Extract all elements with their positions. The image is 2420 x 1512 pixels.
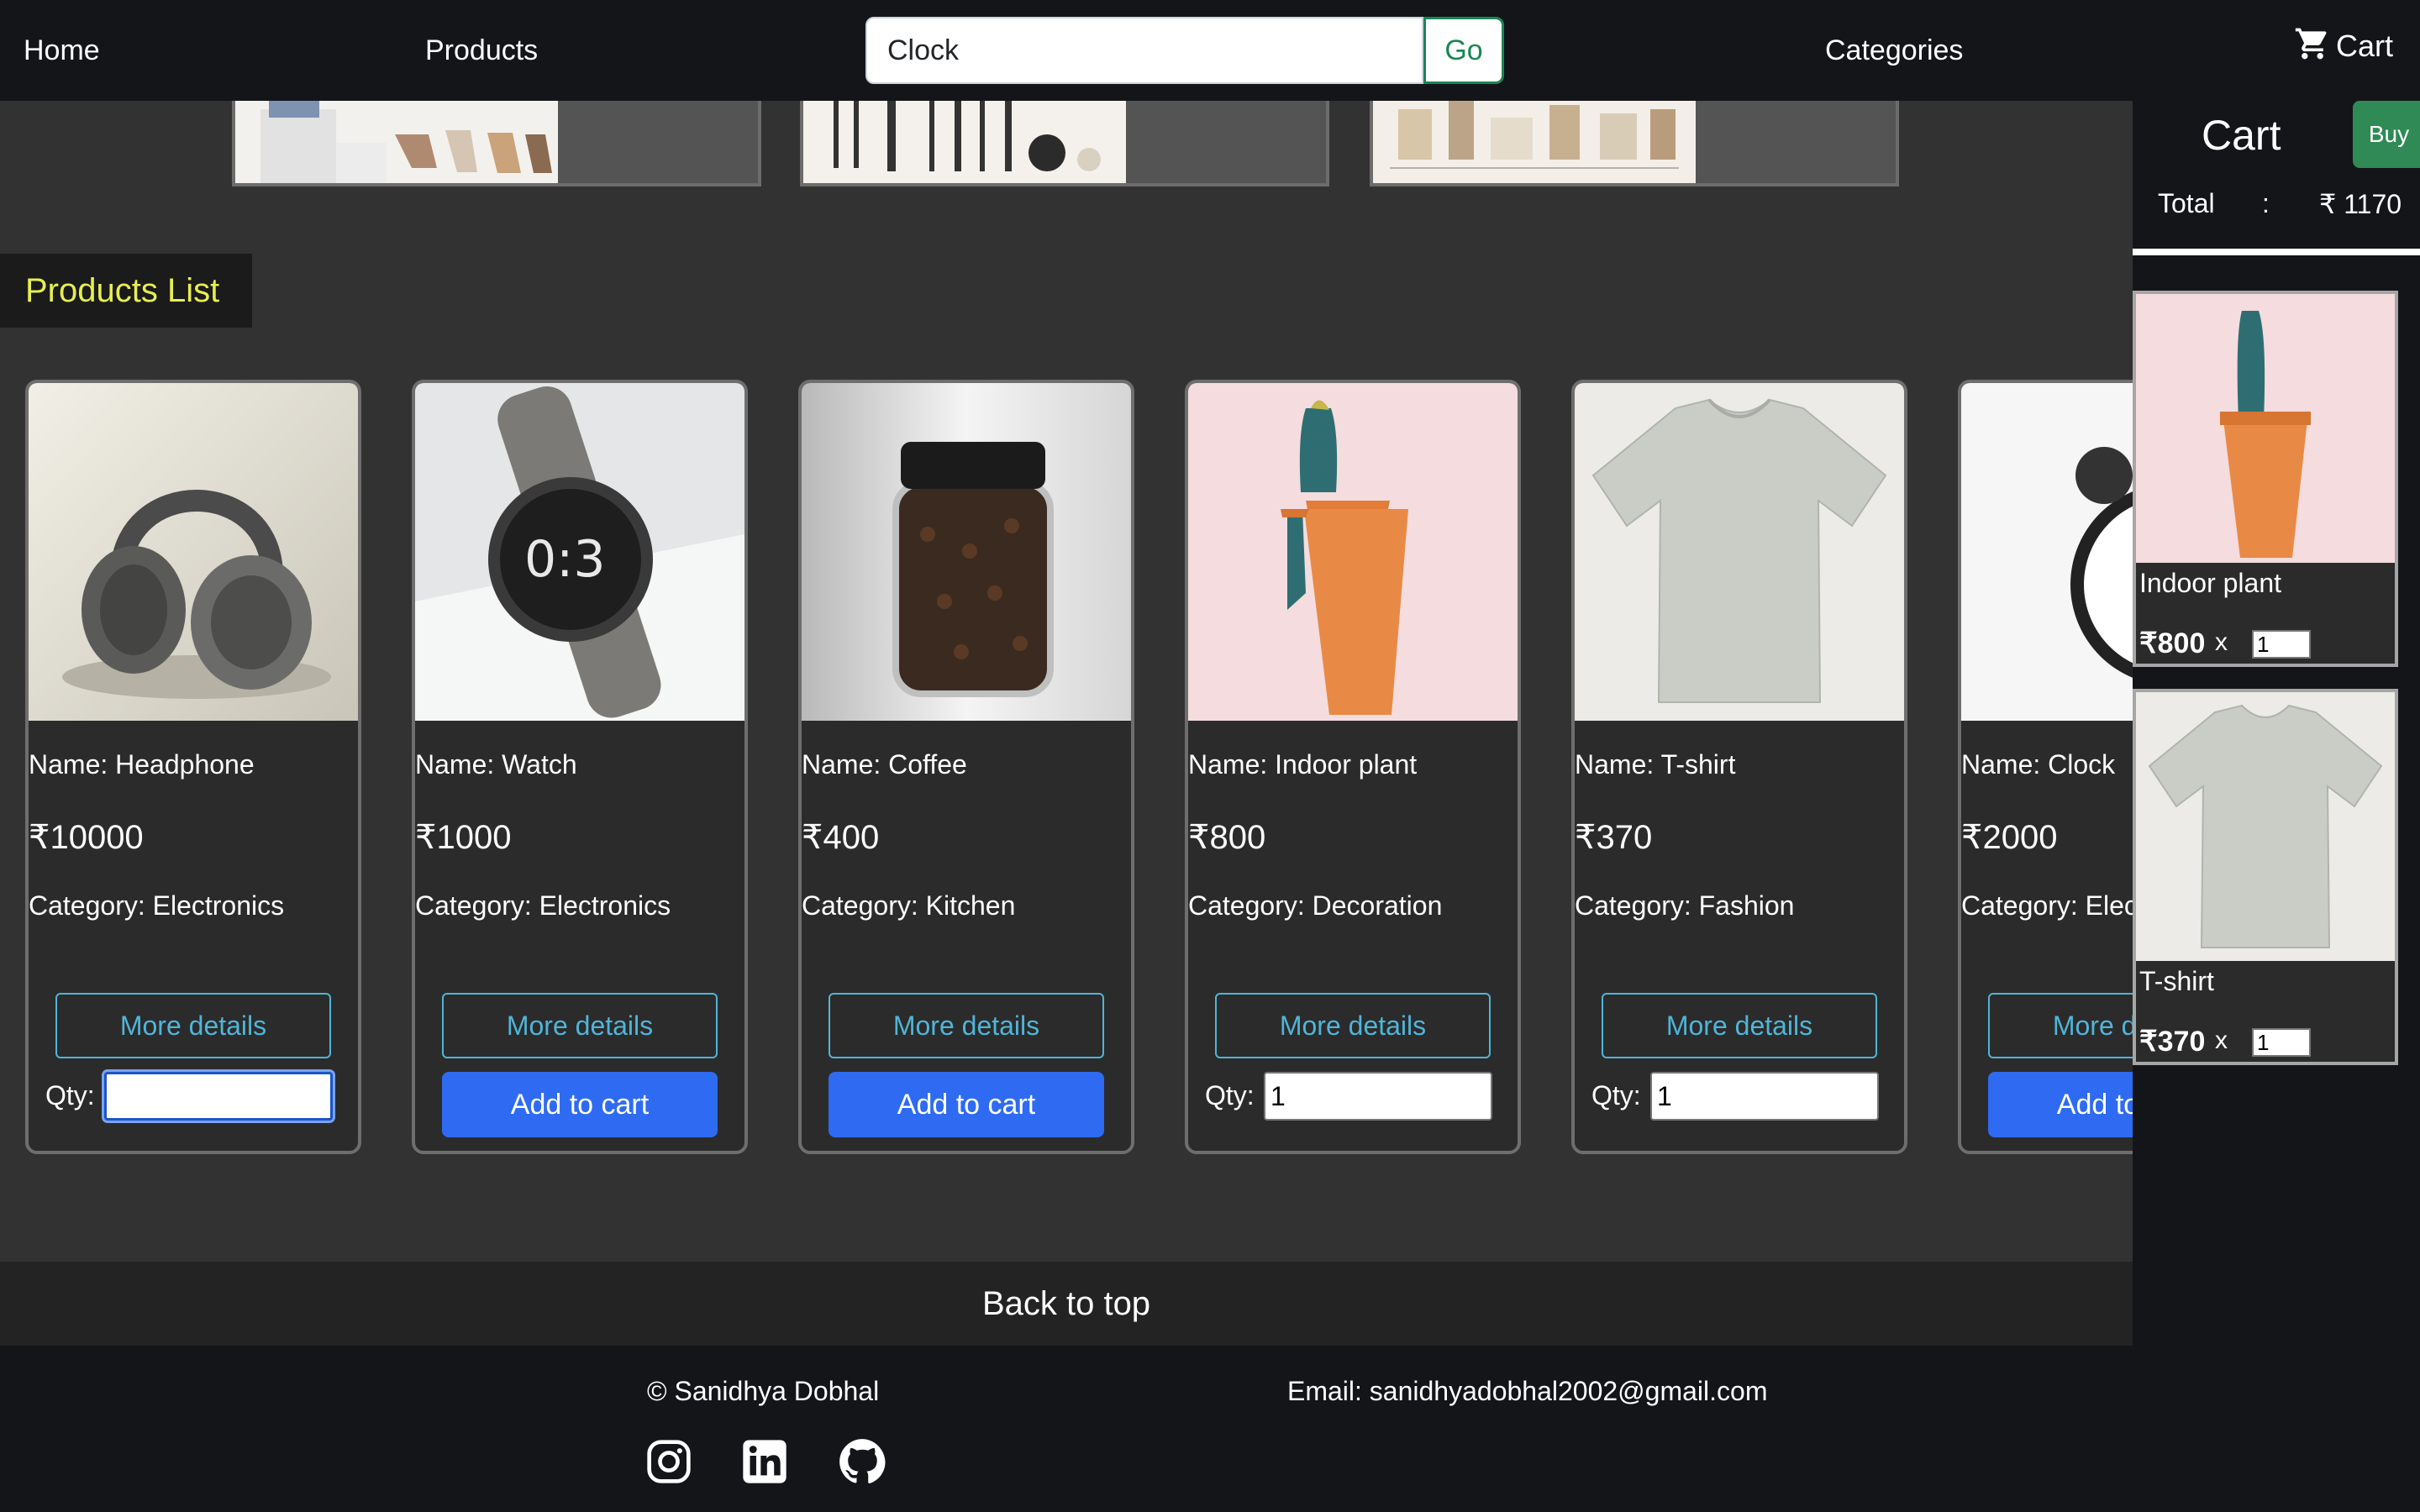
nav-cart-link[interactable]: Cart [2294,25,2393,66]
cart-total-colon: : [2262,188,2270,218]
footer: © Sanidhya Dobhal Email: sanidhyadobhal2… [0,1346,2133,1512]
svg-text:0:3: 0:3 [524,530,606,589]
product-image-watch: 0:3 [415,383,744,721]
qty-input[interactable] [1650,1072,1879,1121]
product-category: Category: Decoration [1188,890,1443,921]
navbar: Home Products Go Categories Cart [0,0,2420,101]
product-price: ₹800 [1188,819,1266,856]
product-price: ₹370 [1575,819,1653,856]
product-category: Category: Electronics [29,890,285,921]
cart-item-tshirt: T-shirt ₹370 x [2133,689,2398,1065]
footer-copyright: © Sanidhya Dobhal [647,1376,880,1406]
nav-products-link[interactable]: Products [425,30,538,71]
cart-total-value: ₹ 1170 [2319,189,2402,219]
instagram-icon[interactable] [645,1438,692,1485]
cart-item-times: x [2215,628,2228,656]
product-category: Category: Fashion [1575,890,1795,921]
cart-item-qty-input[interactable] [2252,1028,2311,1057]
product-name: Name: Headphone [29,749,255,780]
product-card-indoor-plant: Name: Indoor plant ₹800 Category: Decora… [1185,380,1521,1154]
cart-item-name: T-shirt [2139,966,2214,996]
footer-email: Email: sanidhyadobhal2002@gmail.com [1287,1376,1768,1406]
cart-item-image [2136,692,2395,961]
search-input[interactable] [865,17,1423,84]
more-details-button[interactable]: More details [55,993,331,1058]
qty-label: Qty: [1205,1080,1255,1110]
cart-item-times: x [2215,1026,2228,1054]
product-image-tshirt [1575,383,1904,721]
qty-label: Qty: [45,1080,95,1110]
product-card-watch: 0:3 Name: Watch ₹1000 Category: Electron… [412,380,748,1154]
product-card-tshirt: Name: T-shirt ₹370 Category: Fashion Mor… [1571,380,1907,1154]
product-price: ₹10000 [29,819,144,856]
product-image-coffee [802,383,1131,721]
product-image-headphone [29,383,358,721]
cart-item-qty-input[interactable] [2252,630,2311,659]
more-details-button[interactable]: More details [442,993,718,1058]
more-details-button[interactable]: More details [829,993,1104,1058]
qty-label: Qty: [1591,1080,1641,1110]
github-icon[interactable] [839,1438,886,1485]
cart-item-name: Indoor plant [2139,568,2282,598]
cart-icon [2294,25,2331,66]
nav-categories-link[interactable]: Categories [1825,30,1963,71]
products-list-title: Products List [0,254,252,328]
product-category: Category: Electronics [415,890,671,921]
product-price: ₹400 [802,819,880,856]
add-to-cart-button[interactable]: Add to cart [442,1072,718,1137]
cart-title: Cart [2202,112,2281,159]
product-name: Name: Clock [1961,749,2116,780]
cart-item-price: ₹800 [2139,627,2206,659]
cart-total-label: Total [2158,188,2215,218]
product-price: ₹2000 [1961,819,2058,856]
cart-panel: Cart Buy Total : ₹ 1170 Indoor plant ₹80… [2133,101,2420,1512]
cart-item-indoor-plant: Indoor plant ₹800 x [2133,291,2398,667]
product-name: Name: Indoor plant [1188,749,1418,780]
go-button[interactable]: Go [1423,17,1504,84]
products-list-title-text: Products List [25,271,220,309]
product-name: Name: Coffee [802,749,967,780]
back-to-top-link[interactable]: Back to top [0,1262,2133,1346]
linkedin-icon[interactable] [741,1438,788,1485]
buy-button[interactable]: Buy [2353,101,2420,168]
product-name: Name: T-shirt [1575,749,1736,780]
product-price: ₹1000 [415,819,512,856]
add-to-cart-button[interactable]: Add to cart [829,1072,1104,1137]
cart-item-price: ₹370 [2139,1026,2206,1058]
product-category: Category: Kitchen [802,890,1016,921]
more-details-button[interactable]: More details [1602,993,1877,1058]
product-card-coffee: Name: Coffee ₹400 Category: Kitchen More… [798,380,1134,1154]
qty-input[interactable] [1264,1072,1492,1121]
product-name: Name: Watch [415,749,577,780]
qty-input[interactable] [104,1072,333,1121]
more-details-button[interactable]: More details [1215,993,1491,1058]
cart-link-label: Cart [2336,28,2394,63]
nav-home-link[interactable]: Home [24,30,100,71]
product-image-indoor-plant [1188,383,1518,721]
cart-divider [2133,249,2420,255]
product-card-headphone: Name: Headphone ₹10000 Category: Electro… [25,380,361,1154]
cart-item-image [2136,294,2395,563]
